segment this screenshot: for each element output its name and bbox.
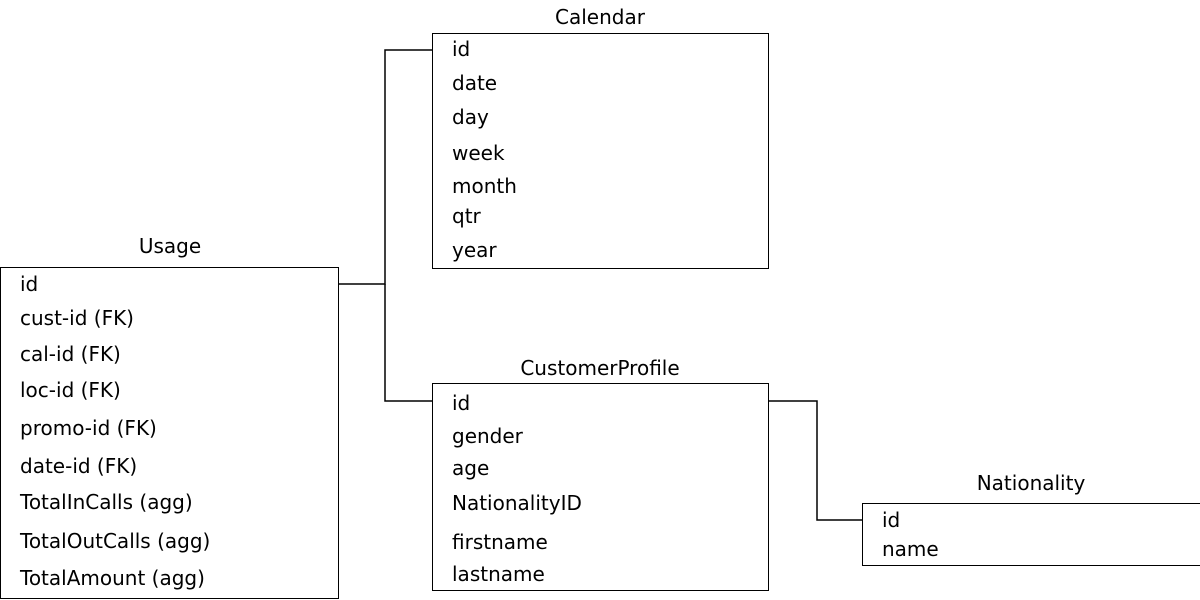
table-title-usage: Usage — [138, 234, 202, 258]
table-field: week — [452, 141, 505, 165]
table-field: firstname — [452, 530, 548, 554]
table-title-calendar: Calendar — [555, 5, 645, 29]
table-field: TotalOutCalls (agg) — [20, 529, 211, 553]
table-field: cust-id (FK) — [20, 306, 134, 330]
table-title-customerprofile: CustomerProfile — [520, 356, 680, 380]
table-field: lastname — [452, 562, 545, 586]
connector-usage-calendar — [338, 49, 432, 285]
table-field: id — [20, 272, 39, 296]
connector-usage-customerprofile — [384, 284, 432, 402]
table-field: TotalInCalls (agg) — [20, 490, 193, 514]
table-field: year — [452, 238, 497, 262]
table-field: NationalityID — [452, 491, 582, 515]
er-diagram: Usage id cust-id (FK) cal-id (FK) loc-id (FK… — [0, 0, 1200, 600]
table-field: age — [452, 456, 490, 480]
connector-customerprofile-nationality — [768, 400, 862, 521]
table-field: id — [452, 391, 471, 415]
table-field: id — [452, 37, 471, 61]
table-customerprofile — [432, 383, 769, 591]
table-field: loc-id (FK) — [20, 378, 121, 402]
table-field: day — [452, 105, 489, 129]
table-field: cal-id (FK) — [20, 342, 121, 366]
table-field: qtr — [452, 204, 481, 228]
table-field: TotalAmount (agg) — [20, 566, 205, 590]
table-field: date — [452, 71, 498, 95]
table-field: gender — [452, 424, 523, 448]
table-field: month — [452, 174, 517, 198]
table-title-nationality: Nationality — [976, 471, 1086, 495]
table-field: date-id (FK) — [20, 454, 138, 478]
table-field: id — [882, 508, 901, 532]
table-field: promo-id (FK) — [20, 416, 157, 440]
table-field: name — [882, 537, 939, 561]
